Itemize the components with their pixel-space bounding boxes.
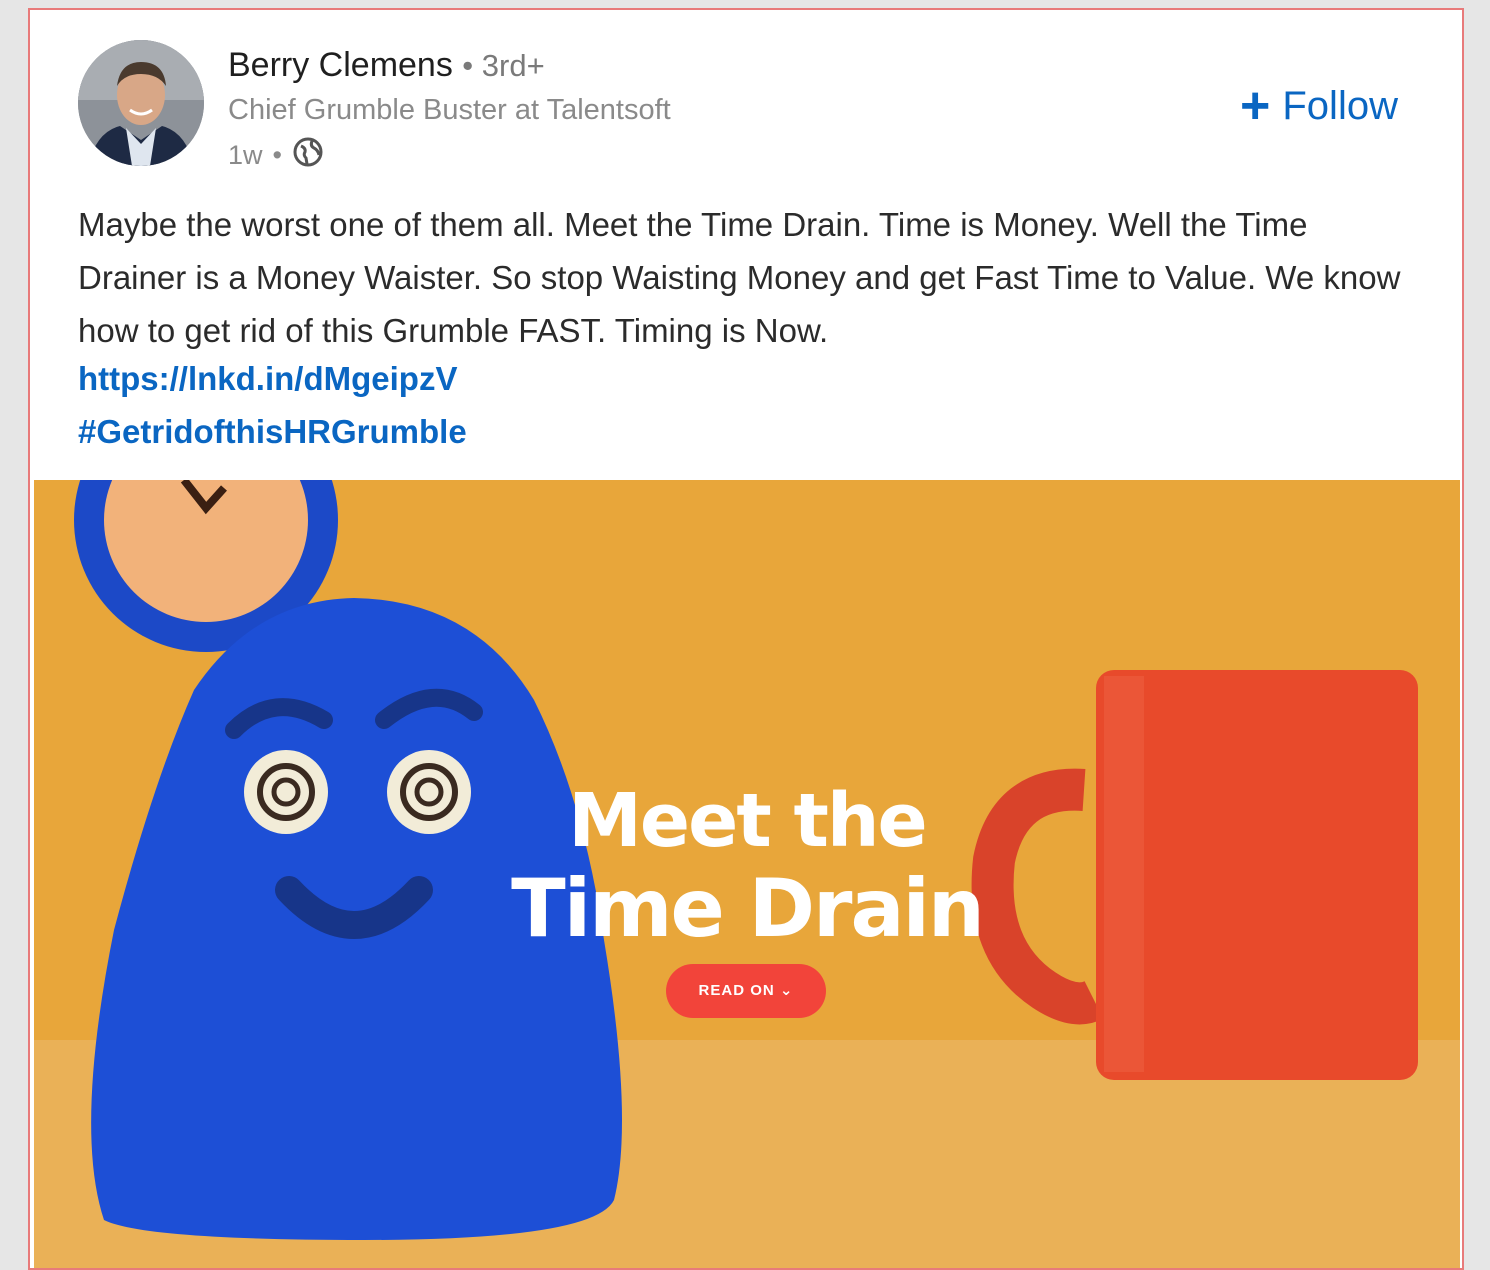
plus-icon: + bbox=[1240, 77, 1271, 135]
post-body-text: Maybe the worst one of them all. Meet th… bbox=[78, 206, 1401, 349]
author-name[interactable]: Berry Clemens bbox=[228, 46, 453, 84]
follow-button[interactable]: + Follow bbox=[1240, 80, 1398, 132]
globe-icon bbox=[292, 136, 324, 175]
post-link[interactable]: https://lnkd.in/dMgeipzV bbox=[78, 360, 457, 398]
post-hashtag[interactable]: #GetridofthisHRGrumble bbox=[78, 413, 467, 451]
post-meta: 1w • bbox=[228, 136, 324, 175]
chevron-down-icon: ⌄ bbox=[779, 982, 794, 999]
meta-separator: • bbox=[272, 140, 282, 170]
follow-label: Follow bbox=[1282, 83, 1398, 128]
author-avatar[interactable] bbox=[78, 40, 204, 166]
media-title-line2: Time Drain bbox=[511, 862, 985, 955]
media-title-line1: Meet the bbox=[568, 778, 927, 864]
post-media-image[interactable]: Meet the Time Drain READ ON ⌄ bbox=[34, 480, 1460, 1268]
read-on-label: READ ON bbox=[698, 982, 775, 999]
author-headline: Chief Grumble Buster at Talentsoft bbox=[228, 94, 671, 126]
connection-degree: • 3rd+ bbox=[462, 48, 545, 83]
read-on-button[interactable]: READ ON ⌄ bbox=[666, 964, 826, 1018]
post-time: 1w bbox=[228, 140, 263, 170]
feed-post-card: Berry Clemens • 3rd+ Chief Grumble Buste… bbox=[28, 8, 1464, 1270]
author-name-row[interactable]: Berry Clemens • 3rd+ bbox=[228, 46, 545, 85]
